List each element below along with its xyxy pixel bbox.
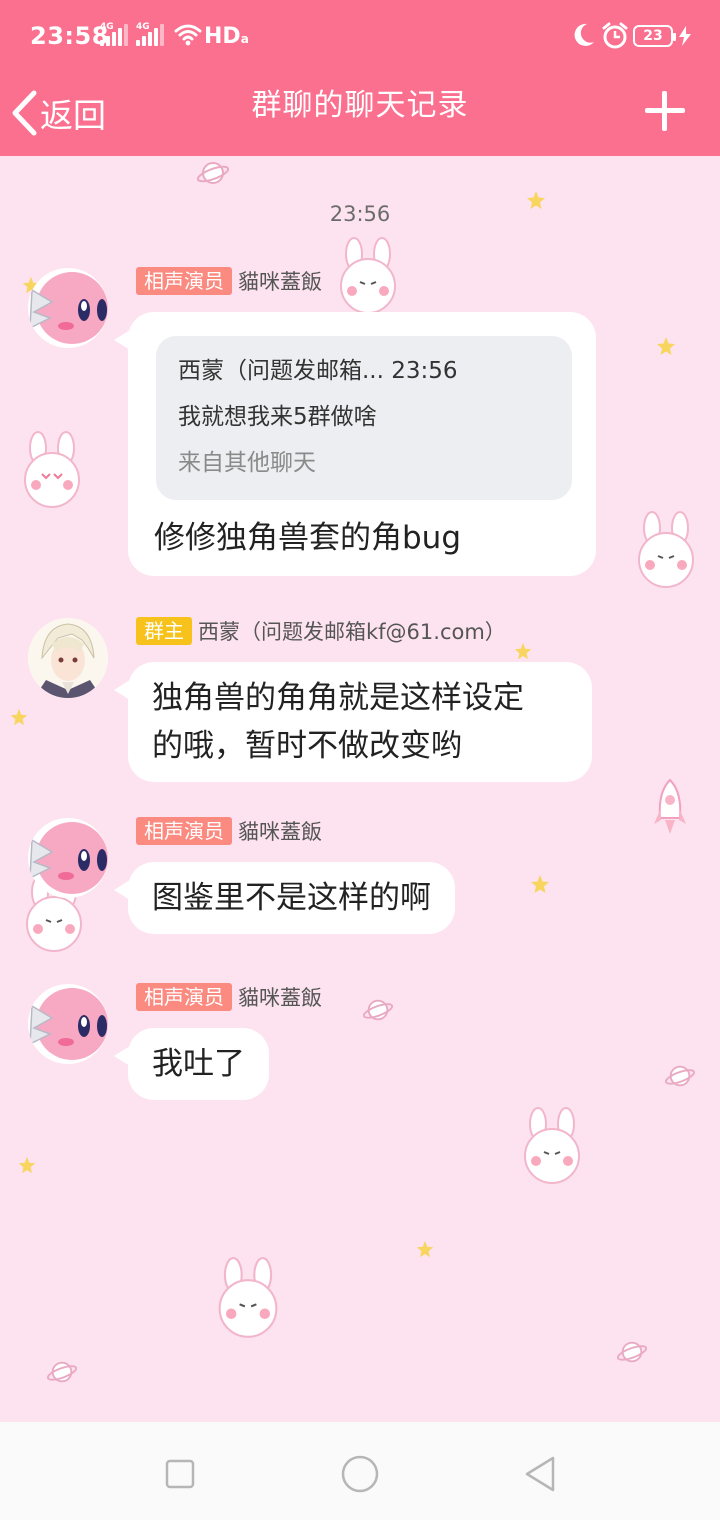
sender-name: 貓咪蓋飯 <box>238 820 322 844</box>
bunny-icon <box>218 1257 278 1338</box>
status-time: 23:58 <box>30 22 109 50</box>
battery-icon: 23 <box>633 25 676 47</box>
member-title-badge: 相声演员 <box>136 267 232 295</box>
message-timestamp: 23:56 <box>329 202 391 226</box>
sender-name-row: 相声演员 貓咪蓋飯 <box>136 982 322 1012</box>
status-bar: 23:58 4G 4G HDa 23 <box>0 0 720 72</box>
back-icon[interactable] <box>520 1454 560 1494</box>
star-icon <box>514 642 532 660</box>
hd-voice-indicator: HDa <box>204 24 249 49</box>
message-bubble[interactable]: 独角兽的角角就是这样设定 的哦，暂时不做改变哟 <box>114 662 592 782</box>
message-bubble[interactable]: 图鉴里不是这样的啊 <box>114 862 455 934</box>
quote-text: 我就想我来5群做啥 <box>178 404 377 430</box>
message-text: 图鉴里不是这样的啊 <box>152 880 431 916</box>
sender-name: 貓咪蓋飯 <box>238 270 322 294</box>
avatar[interactable] <box>28 984 108 1064</box>
system-navigation-bar <box>0 1422 720 1520</box>
star-icon <box>10 708 28 726</box>
message-text: 我吐了 <box>152 1046 245 1082</box>
planet-icon <box>362 999 394 1021</box>
owner-badge: 群主 <box>136 617 192 645</box>
star-icon <box>657 337 675 355</box>
member-title-badge: 相声演员 <box>136 983 232 1011</box>
page-title: 群聊的聊天记录 <box>251 88 469 123</box>
bunny-icon <box>524 1107 580 1184</box>
avatar[interactable] <box>28 268 108 348</box>
planet-icon <box>664 1065 696 1087</box>
sender-name-row: 相声演员 貓咪蓋飯 <box>136 816 322 846</box>
planet-icon <box>616 1341 648 1363</box>
bunny-icon <box>24 431 80 508</box>
member-title-badge: 相声演员 <box>136 817 232 845</box>
sender-name-row: 群主 西蒙（问题发邮箱kf@61.com） <box>136 616 506 646</box>
message-text-line: 的哦，暂时不做改变哟 <box>152 728 462 764</box>
title-bar: 返回 群聊的聊天记录 <box>0 72 720 156</box>
home-icon[interactable] <box>340 1454 380 1494</box>
quote-source: 来自其他聊天 <box>178 450 316 476</box>
star-icon <box>18 1156 36 1174</box>
planet-icon <box>46 1361 78 1383</box>
rocket-icon <box>654 778 686 834</box>
moon-icon <box>574 23 594 46</box>
avatar[interactable] <box>28 618 108 698</box>
message-text: 修修独角兽套的角bug <box>154 520 462 556</box>
wifi-icon <box>174 24 202 46</box>
avatar[interactable] <box>28 818 108 898</box>
quoted-message[interactable]: 西蒙（问题发邮箱... 23:56 我就想我来5群做啥 来自其他聊天 <box>156 336 572 500</box>
message-text-line: 独角兽的角角就是这样设定 <box>152 680 524 716</box>
plus-icon[interactable] <box>640 86 690 136</box>
charging-icon <box>679 26 691 46</box>
chat-area[interactable]: 23:56 相声演员 貓咪蓋飯 西蒙（问题发邮箱... 23:56 我就想我来5… <box>0 156 720 1422</box>
star-icon <box>531 875 549 893</box>
bunny-icon <box>340 237 396 314</box>
message-bubble[interactable]: 西蒙（问题发邮箱... 23:56 我就想我来5群做啥 来自其他聊天 修修独角兽… <box>114 312 596 576</box>
message-bubble[interactable]: 我吐了 <box>114 1028 269 1100</box>
star-icon <box>416 1240 434 1258</box>
planet-icon <box>196 162 230 184</box>
quote-header: 西蒙（问题发邮箱... 23:56 <box>178 358 458 384</box>
alarm-icon <box>602 22 628 49</box>
recent-apps-icon[interactable] <box>160 1454 200 1494</box>
sender-name-row: 相声演员 貓咪蓋飯 <box>136 266 322 296</box>
bunny-icon <box>638 511 694 588</box>
sender-name: 貓咪蓋飯 <box>238 986 322 1010</box>
sender-name: 西蒙（问题发邮箱kf@61.com） <box>198 620 506 644</box>
